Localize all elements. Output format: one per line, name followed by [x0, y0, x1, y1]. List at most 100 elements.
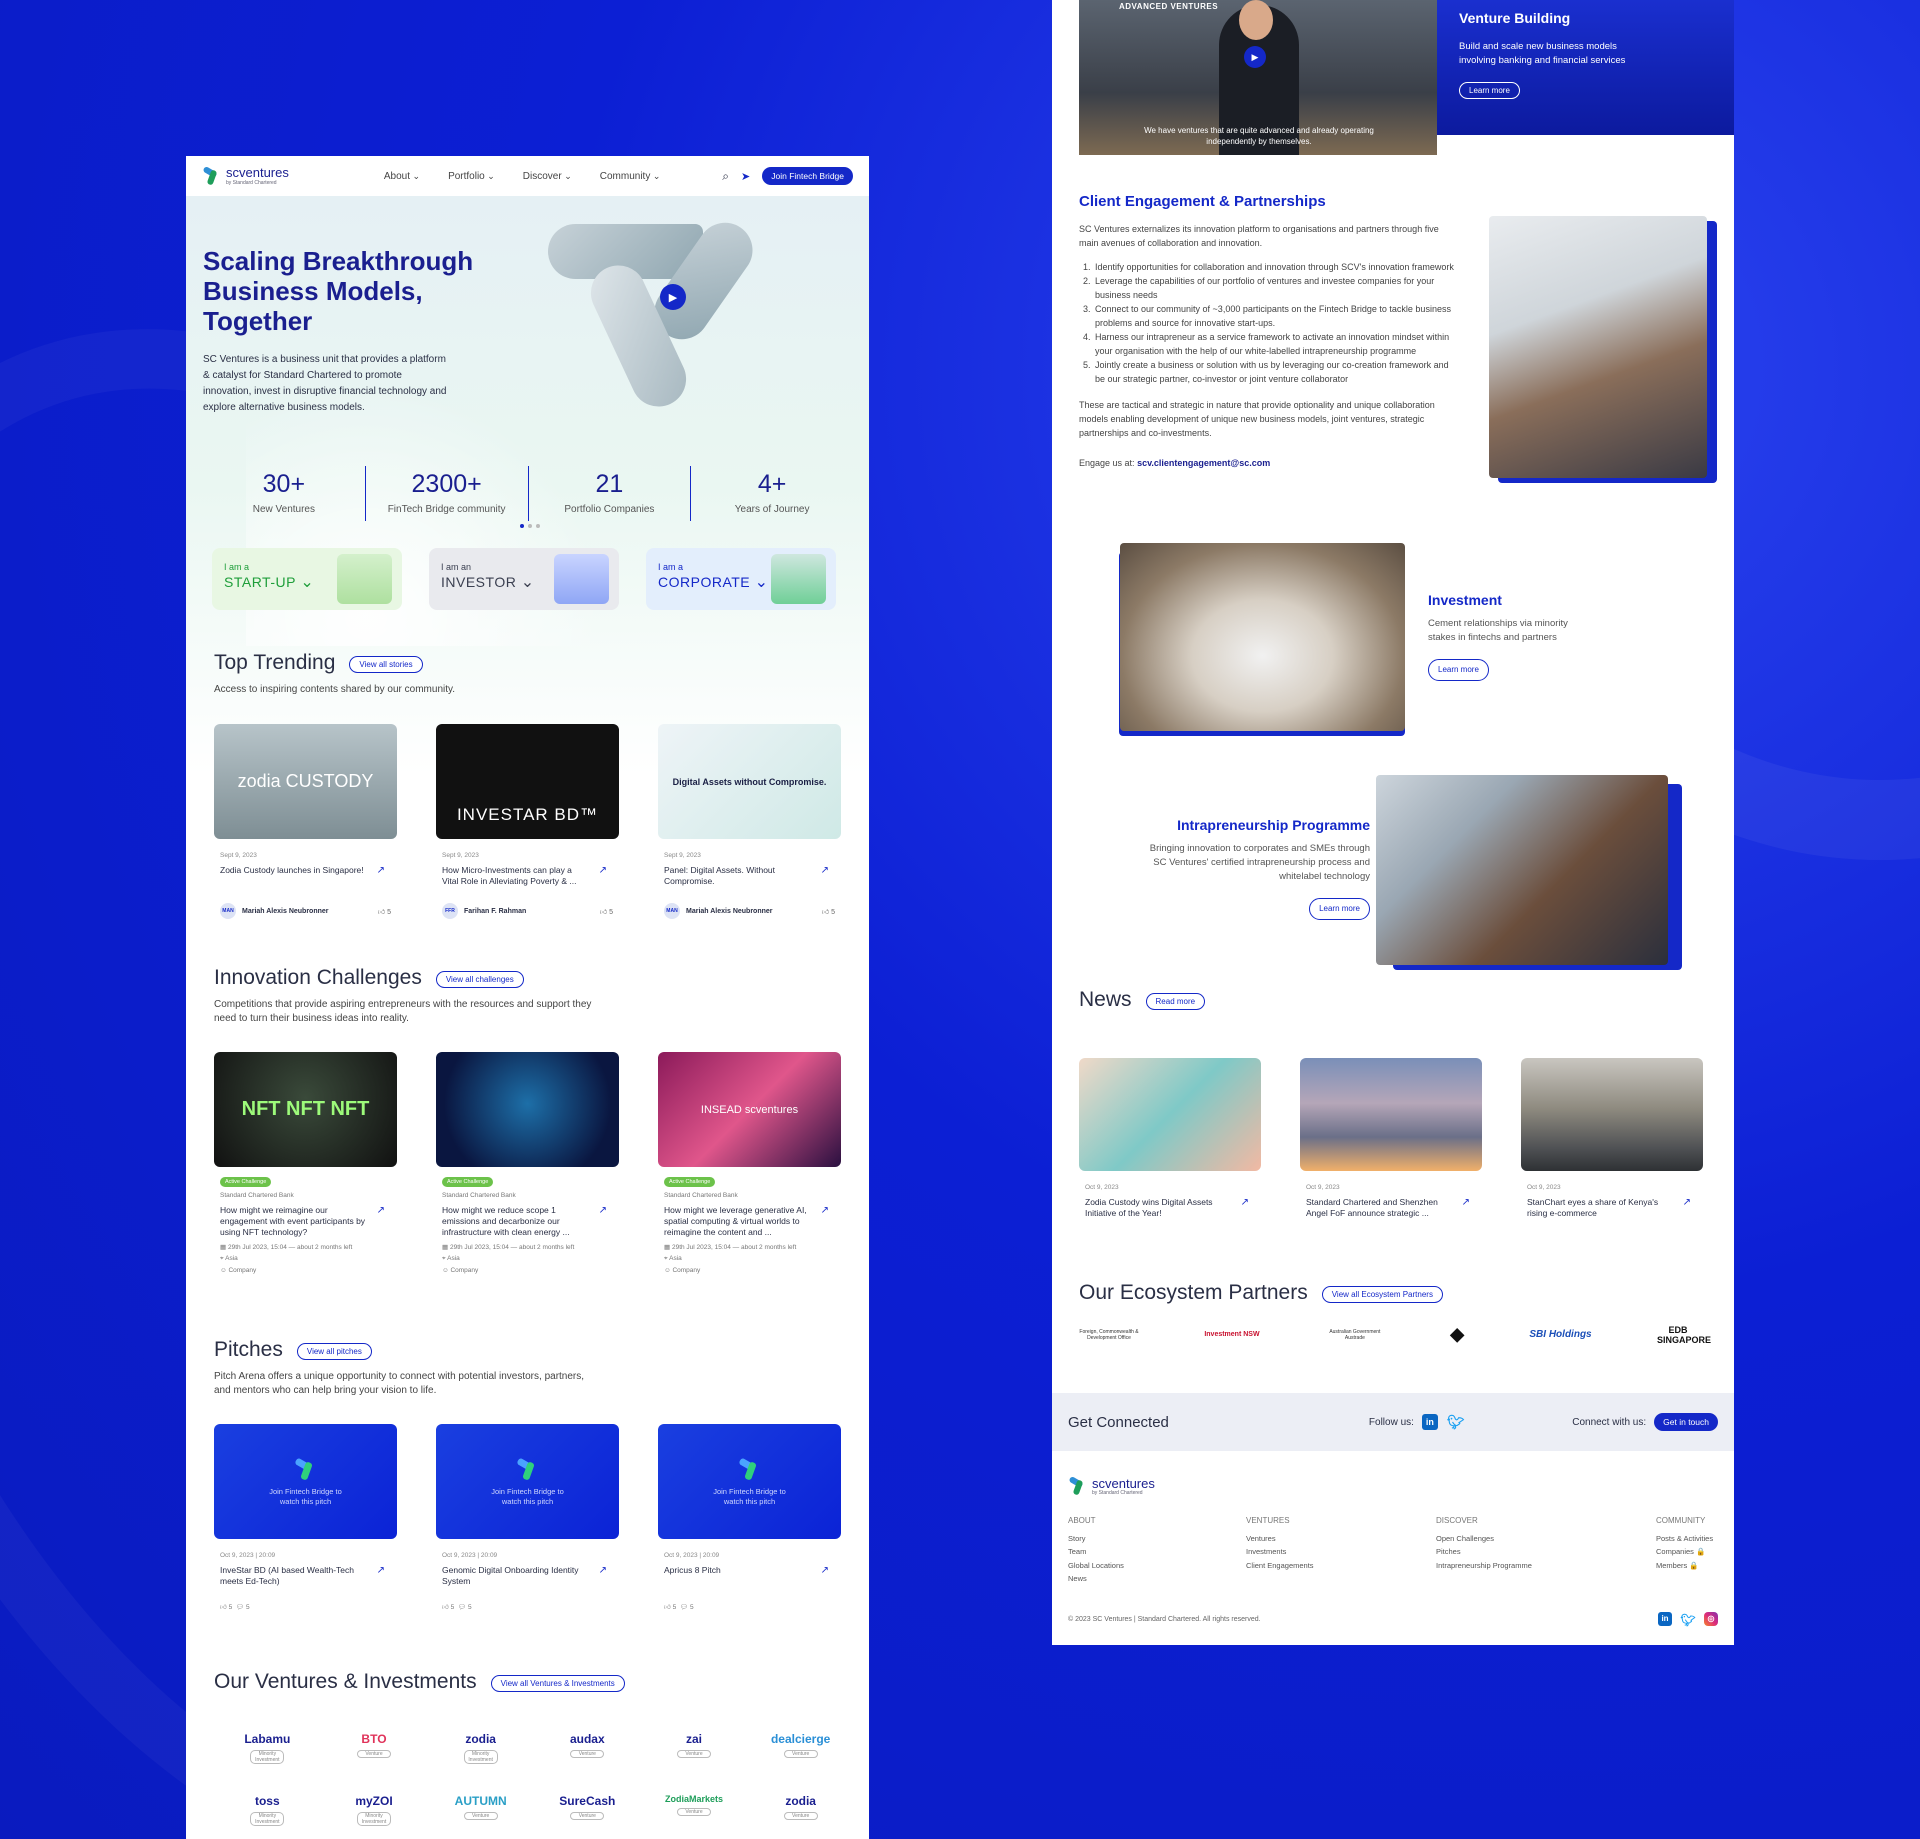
- role-name: CORPORATE: [658, 574, 751, 590]
- venture-logo[interactable]: SureCash Venture: [534, 1794, 641, 1826]
- news-title[interactable]: Zodia Custody wins Digital Assets Initia…: [1085, 1197, 1255, 1221]
- footer-link[interactable]: Global Locations: [1068, 1559, 1246, 1573]
- footer-link[interactable]: Posts & Activities: [1656, 1532, 1713, 1546]
- venture-logo[interactable]: zodia Venture: [747, 1794, 854, 1826]
- engagement-email-link[interactable]: scv.clientengagement@sc.com: [1137, 458, 1270, 468]
- logo[interactable]: scventures by Standard Chartered: [202, 166, 289, 186]
- venture-logo[interactable]: BTO Venture: [321, 1732, 428, 1764]
- footer-link[interactable]: Client Engagements: [1246, 1559, 1436, 1573]
- author-name[interactable]: Mariah Alexis Neubronner: [242, 908, 329, 915]
- read-more-news-button[interactable]: Read more: [1145, 993, 1206, 1011]
- footer-link[interactable]: Intrapreneurship Programme: [1436, 1559, 1656, 1573]
- view-all-challenges-button[interactable]: View all challenges: [435, 971, 524, 989]
- role-startup-card[interactable]: I am a START-UP ⌄: [212, 548, 402, 610]
- footer-link[interactable]: Companies 🔒: [1656, 1545, 1713, 1559]
- footer-logo[interactable]: scventures by Standard Chartered: [1068, 1476, 1718, 1496]
- investment-learn-more[interactable]: Learn more: [1428, 659, 1489, 681]
- footer-link[interactable]: Members 🔒: [1656, 1559, 1713, 1573]
- news-card[interactable]: Oct 9, 2023 Standard Chartered and Shenz…: [1300, 1058, 1482, 1221]
- carousel-dots[interactable]: [520, 524, 540, 528]
- challenge-title[interactable]: How might we reduce scope 1 emissions an…: [442, 1205, 613, 1239]
- story-card[interactable]: INVESTAR BD™ Sept 9, 2023 How Micro-Inve…: [436, 724, 619, 919]
- venture-logo[interactable]: Labamu Minority Investment: [214, 1732, 321, 1764]
- challenge-title[interactable]: How might we reimagine our engagement wi…: [220, 1205, 391, 1239]
- nav-item-about[interactable]: About: [384, 171, 420, 182]
- pitch-card[interactable]: Join Fintech Bridge to watch this pitch …: [436, 1424, 619, 1615]
- role-corporate-card[interactable]: I am a CORPORATE ⌄: [646, 548, 836, 610]
- advanced-ventures-video[interactable]: ADVANCED VENTURES ▶ We have ventures tha…: [1079, 0, 1437, 155]
- partner-logo[interactable]: ◆: [1450, 1324, 1464, 1345]
- venture-logo[interactable]: zodia Minority Investment: [427, 1732, 534, 1764]
- linkedin-icon[interactable]: in: [1658, 1611, 1672, 1626]
- news-card[interactable]: Oct 9, 2023 StanChart eyes a share of Ke…: [1521, 1058, 1703, 1221]
- partner-logo[interactable]: Investment NSW: [1204, 1331, 1259, 1338]
- pitch-title[interactable]: Apricus 8 Pitch: [664, 1565, 835, 1589]
- twitter-icon[interactable]: 🐦︎: [1447, 1414, 1465, 1430]
- pitch-card[interactable]: Join Fintech Bridge to watch this pitch …: [658, 1424, 841, 1615]
- pitch-thumbnail[interactable]: Join Fintech Bridge to watch this pitch: [436, 1424, 619, 1539]
- footer-link[interactable]: Story: [1068, 1532, 1246, 1546]
- nav-item-portfolio[interactable]: Portfolio: [448, 171, 495, 182]
- venture-logo[interactable]: AUTUMN Venture: [427, 1794, 534, 1826]
- author-name[interactable]: Mariah Alexis Neubronner: [686, 908, 773, 915]
- venture-logo[interactable]: dealcierge Venture: [747, 1732, 854, 1764]
- footer-link[interactable]: Pitches: [1436, 1545, 1656, 1559]
- partner-logo[interactable]: Foreign, Commonwealth & Development Offi…: [1079, 1329, 1139, 1341]
- venture-name: toss: [254, 1794, 280, 1808]
- challenge-card[interactable]: Active Challenge Standard Chartered Bank…: [436, 1052, 619, 1278]
- pitch-card[interactable]: Join Fintech Bridge to watch this pitch …: [214, 1424, 397, 1615]
- news-card[interactable]: Oct 9, 2023 Zodia Custody wins Digital A…: [1079, 1058, 1261, 1221]
- story-title[interactable]: How Micro-Investments can play a Vital R…: [442, 865, 613, 889]
- challenge-card[interactable]: NFT NFT NFT Active Challenge Standard Ch…: [214, 1052, 397, 1278]
- challenge-org: Standard Chartered Bank: [664, 1192, 738, 1199]
- nav-item-discover[interactable]: Discover: [523, 171, 572, 182]
- venture-logo[interactable]: myZOI Minority Investment: [321, 1794, 428, 1826]
- footer-link[interactable]: News: [1068, 1572, 1246, 1586]
- venture-building-learn-more[interactable]: Learn more: [1459, 82, 1520, 99]
- venture-building-title: Venture Building: [1459, 10, 1571, 26]
- intrapreneurship-learn-more[interactable]: Learn more: [1309, 898, 1370, 920]
- author-name[interactable]: Farihan F. Rahman: [464, 908, 526, 915]
- view-all-partners-button[interactable]: View all Ecosystem Partners: [1321, 1286, 1443, 1304]
- instagram-icon[interactable]: ◎: [1704, 1611, 1718, 1626]
- partner-logo[interactable]: SBI Holdings: [1529, 1329, 1591, 1340]
- view-all-ventures-button[interactable]: View all Ventures & Investments: [490, 1675, 625, 1693]
- story-title[interactable]: Panel: Digital Assets. Without Compromis…: [664, 865, 835, 889]
- view-all-stories-button[interactable]: View all stories: [349, 656, 423, 674]
- venture-logo[interactable]: zai Venture: [641, 1732, 748, 1764]
- footer-link[interactable]: Ventures: [1246, 1532, 1436, 1546]
- scventures-logo-icon: [1068, 1476, 1088, 1496]
- pitch-title[interactable]: InveStar BD (AI based Wealth-Tech meets …: [220, 1565, 391, 1589]
- get-in-touch-button[interactable]: Get in touch: [1654, 1413, 1718, 1431]
- news-title[interactable]: StanChart eyes a share of Kenya's rising…: [1527, 1197, 1697, 1221]
- partner-logo[interactable]: EDB SINGAPORE: [1657, 1325, 1711, 1345]
- search-icon[interactable]: ⌕: [722, 169, 729, 184]
- pitch-thumbnail[interactable]: Join Fintech Bridge to watch this pitch: [658, 1424, 841, 1539]
- footer-link[interactable]: Open Challenges: [1436, 1532, 1656, 1546]
- story-title[interactable]: Zodia Custody launches in Singapore!: [220, 865, 391, 889]
- send-icon[interactable]: ➤: [741, 170, 750, 183]
- view-all-pitches-button[interactable]: View all pitches: [296, 1343, 372, 1361]
- linkedin-icon[interactable]: in: [1421, 1414, 1438, 1430]
- venture-tag: Venture: [676, 1750, 711, 1758]
- challenge-title[interactable]: How might we leverage generative AI, spa…: [664, 1205, 835, 1239]
- play-icon[interactable]: ▶: [1244, 46, 1266, 68]
- news-title[interactable]: Standard Chartered and Shenzhen Angel Fo…: [1306, 1197, 1476, 1221]
- venture-logo[interactable]: toss Minority Investment: [214, 1794, 321, 1826]
- story-card[interactable]: Digital Assets without Compromise. Sept …: [658, 724, 841, 919]
- challenge-type: ☺ Company: [220, 1267, 391, 1274]
- twitter-icon[interactable]: 🐦︎: [1680, 1612, 1696, 1628]
- nav-item-community[interactable]: Community: [600, 171, 661, 182]
- pitch-title[interactable]: Genomic Digital Onboarding Identity Syst…: [442, 1565, 613, 1589]
- partner-logo[interactable]: Australian Government Austrade: [1325, 1329, 1385, 1341]
- role-investor-card[interactable]: I am an INVESTOR ⌄: [429, 548, 619, 610]
- footer-link[interactable]: Investments: [1246, 1545, 1436, 1559]
- challenge-card[interactable]: INSEAD scventures Active Challenge Stand…: [658, 1052, 841, 1278]
- venture-logo[interactable]: audax Venture: [534, 1732, 641, 1764]
- pitch-thumbnail[interactable]: Join Fintech Bridge to watch this pitch: [214, 1424, 397, 1539]
- story-card[interactable]: zodia CUSTODY Sept 9, 2023 Zodia Custody…: [214, 724, 397, 919]
- venture-logo[interactable]: ZodiaMarkets Venture: [641, 1794, 748, 1826]
- join-fintech-bridge-button[interactable]: Join Fintech Bridge: [762, 167, 853, 185]
- hero-play-button[interactable]: ▶: [660, 284, 686, 310]
- footer-link[interactable]: Team: [1068, 1545, 1246, 1559]
